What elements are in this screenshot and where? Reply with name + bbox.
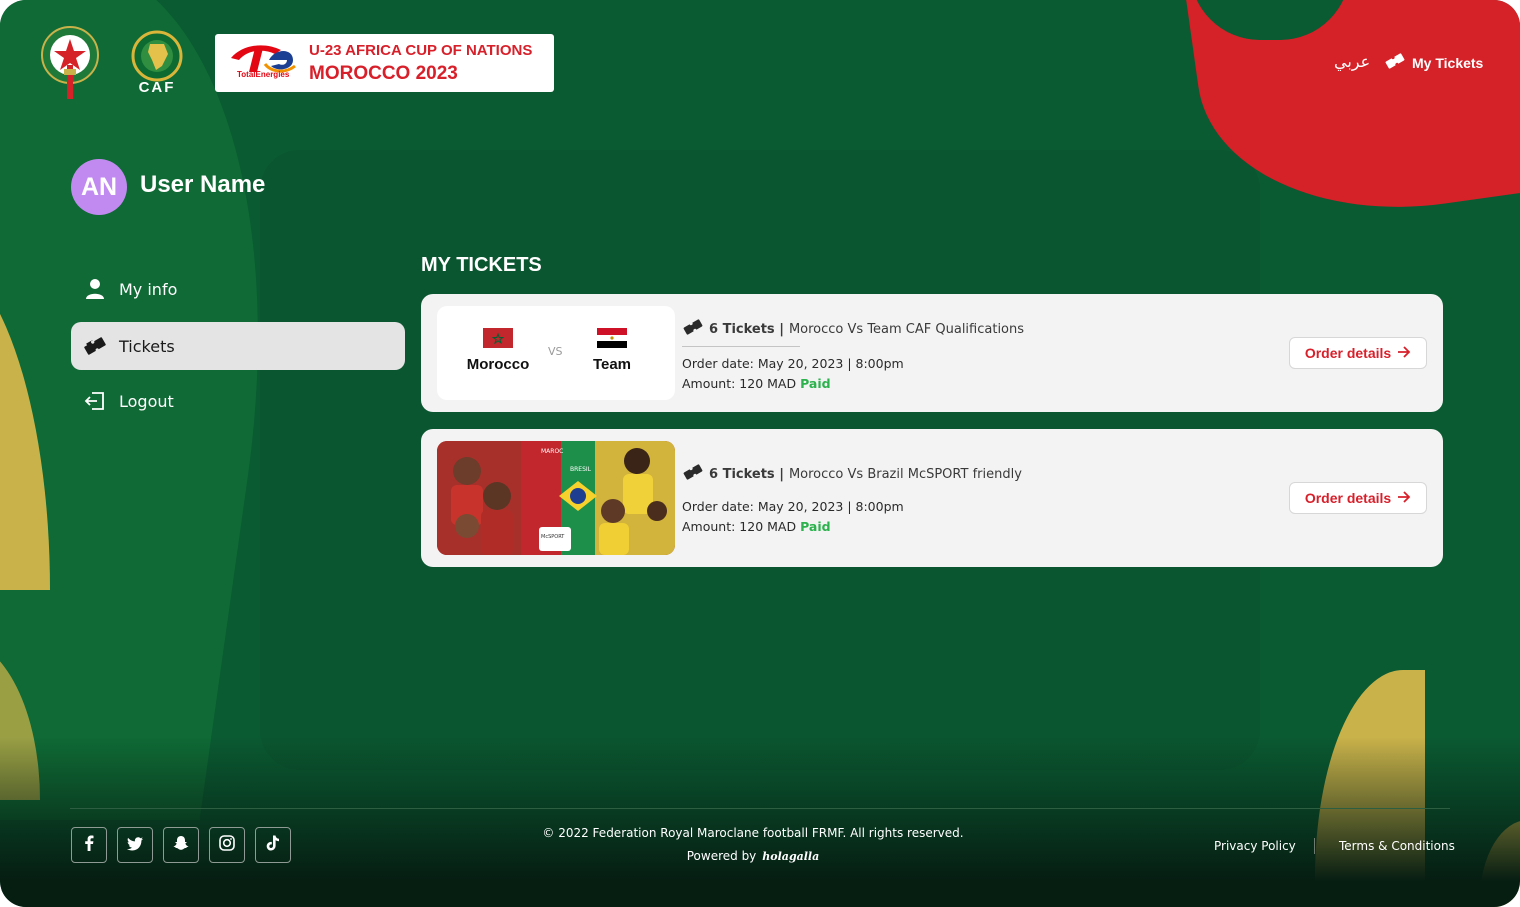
morocco-flag-icon xyxy=(483,328,513,348)
ticket-count: 6 Tickets | xyxy=(709,466,784,482)
ticket-icon xyxy=(83,334,107,358)
amount: Amount: 120 MAD xyxy=(682,519,797,534)
event-subtitle: MOROCCO 2023 xyxy=(309,63,458,84)
match-thumbnail: MAROC BRESIL McSPORT xyxy=(437,441,675,555)
ticket-info: 6 Tickets | Morocco Vs Team CAF Qualific… xyxy=(682,319,1024,394)
poster-badge-label: McSPORT xyxy=(541,534,565,540)
footer-link-divider xyxy=(1314,838,1315,854)
match-thumbnail: Morocco VS Team xyxy=(437,306,675,400)
powered-by-logo[interactable]: holagalla xyxy=(762,850,819,863)
order-details-label: Order details xyxy=(1304,345,1392,361)
order-date: Order date: May 20, 2023 | 8:00pm xyxy=(682,499,904,514)
versus-label: VS xyxy=(548,345,563,358)
caf-logo[interactable]: CAF xyxy=(122,30,192,96)
sidebar-item-label: Tickets xyxy=(119,336,175,356)
totalenergies-label: TotalEnergies xyxy=(237,70,290,79)
app-frame: CAF TotalEnergies U-23 AFRICA CUP OF NAT… xyxy=(0,0,1520,907)
match-poster-image: MAROC BRESIL McSPORT xyxy=(437,441,675,555)
ticket-card: MAROC BRESIL McSPORT 6 Tickets | Morocco… xyxy=(421,429,1443,567)
home-team: Morocco xyxy=(453,328,543,373)
sidebar-item-label: Logout xyxy=(119,391,174,411)
frmf-logo[interactable] xyxy=(40,25,100,101)
ticket-icon xyxy=(682,464,704,484)
user-name: User Name xyxy=(140,171,266,198)
terms-conditions-link[interactable]: Terms & Conditions xyxy=(1339,839,1455,853)
avatar: AN xyxy=(71,159,127,215)
ticket-info: 6 Tickets | Morocco Vs Brazil McSPORT fr… xyxy=(682,464,1022,537)
powered-by-label: Powered by xyxy=(686,849,757,863)
order-details-button[interactable]: Order details xyxy=(1289,337,1427,369)
order-details-button[interactable]: Order details xyxy=(1289,482,1427,514)
order-date: Order date: May 20, 2023 | 8:00pm xyxy=(682,356,904,371)
ticket-icon xyxy=(682,319,704,339)
language-switch-link[interactable]: عربي xyxy=(1334,52,1370,71)
logout-icon xyxy=(83,389,107,413)
ticket-match: Morocco Vs Team CAF Qualifications xyxy=(788,321,1025,337)
home-team-name: Morocco xyxy=(466,356,530,373)
amount-row: Amount: 120 MAD Paid xyxy=(682,374,1024,394)
footer-divider xyxy=(70,808,1450,809)
ticket-summary: 6 Tickets | Morocco Vs Brazil McSPORT fr… xyxy=(682,464,1022,484)
amount: Amount: 120 MAD xyxy=(682,376,797,391)
amount-row: Amount: 120 MAD Paid xyxy=(682,517,1022,537)
poster-right-label: BRESIL xyxy=(570,466,592,473)
status-badge: Paid xyxy=(800,519,831,534)
sidebar-item-label: My info xyxy=(119,279,178,299)
away-team: Team xyxy=(567,328,657,373)
arrow-right-icon xyxy=(1397,345,1411,361)
sidebar-item-tickets[interactable]: Tickets xyxy=(71,322,405,370)
page-title: MY TICKETS xyxy=(421,254,542,276)
privacy-policy-link[interactable]: Privacy Policy xyxy=(1214,839,1296,853)
ticket-count: 6 Tickets | xyxy=(709,321,784,337)
status-badge: Paid xyxy=(800,376,831,391)
totalenergies-logo: TotalEnergies xyxy=(225,40,299,86)
arrow-right-icon xyxy=(1397,490,1411,506)
egypt-flag-icon xyxy=(597,328,627,348)
footer-gradient xyxy=(0,737,1520,907)
ticket-match: Morocco Vs Brazil McSPORT friendly xyxy=(788,466,1022,482)
sidebar-item-my-info[interactable]: My info xyxy=(71,265,405,313)
poster-left-label: MAROC xyxy=(541,448,563,455)
user-icon xyxy=(83,277,107,301)
nav-my-tickets[interactable]: My Tickets xyxy=(1384,53,1483,72)
divider xyxy=(682,346,800,347)
copyright-text: © 2022 Federation Royal Maroclane footba… xyxy=(542,826,964,840)
sidebar-item-logout[interactable]: Logout xyxy=(71,377,405,425)
ticket-summary: 6 Tickets | Morocco Vs Team CAF Qualific… xyxy=(682,319,1024,339)
order-details-label: Order details xyxy=(1304,490,1392,506)
event-banner[interactable]: TotalEnergies U-23 AFRICA CUP OF NATIONS… xyxy=(215,34,554,92)
ticket-card: Morocco VS Team 6 Tickets | Morocco Vs T… xyxy=(421,294,1443,412)
away-team-name: Team xyxy=(592,356,632,373)
event-title: U-23 AFRICA CUP OF NATIONS xyxy=(309,42,533,59)
caf-label: CAF xyxy=(138,79,176,96)
nav-my-tickets-label: My Tickets xyxy=(1412,54,1484,71)
ticket-icon xyxy=(1384,53,1406,72)
